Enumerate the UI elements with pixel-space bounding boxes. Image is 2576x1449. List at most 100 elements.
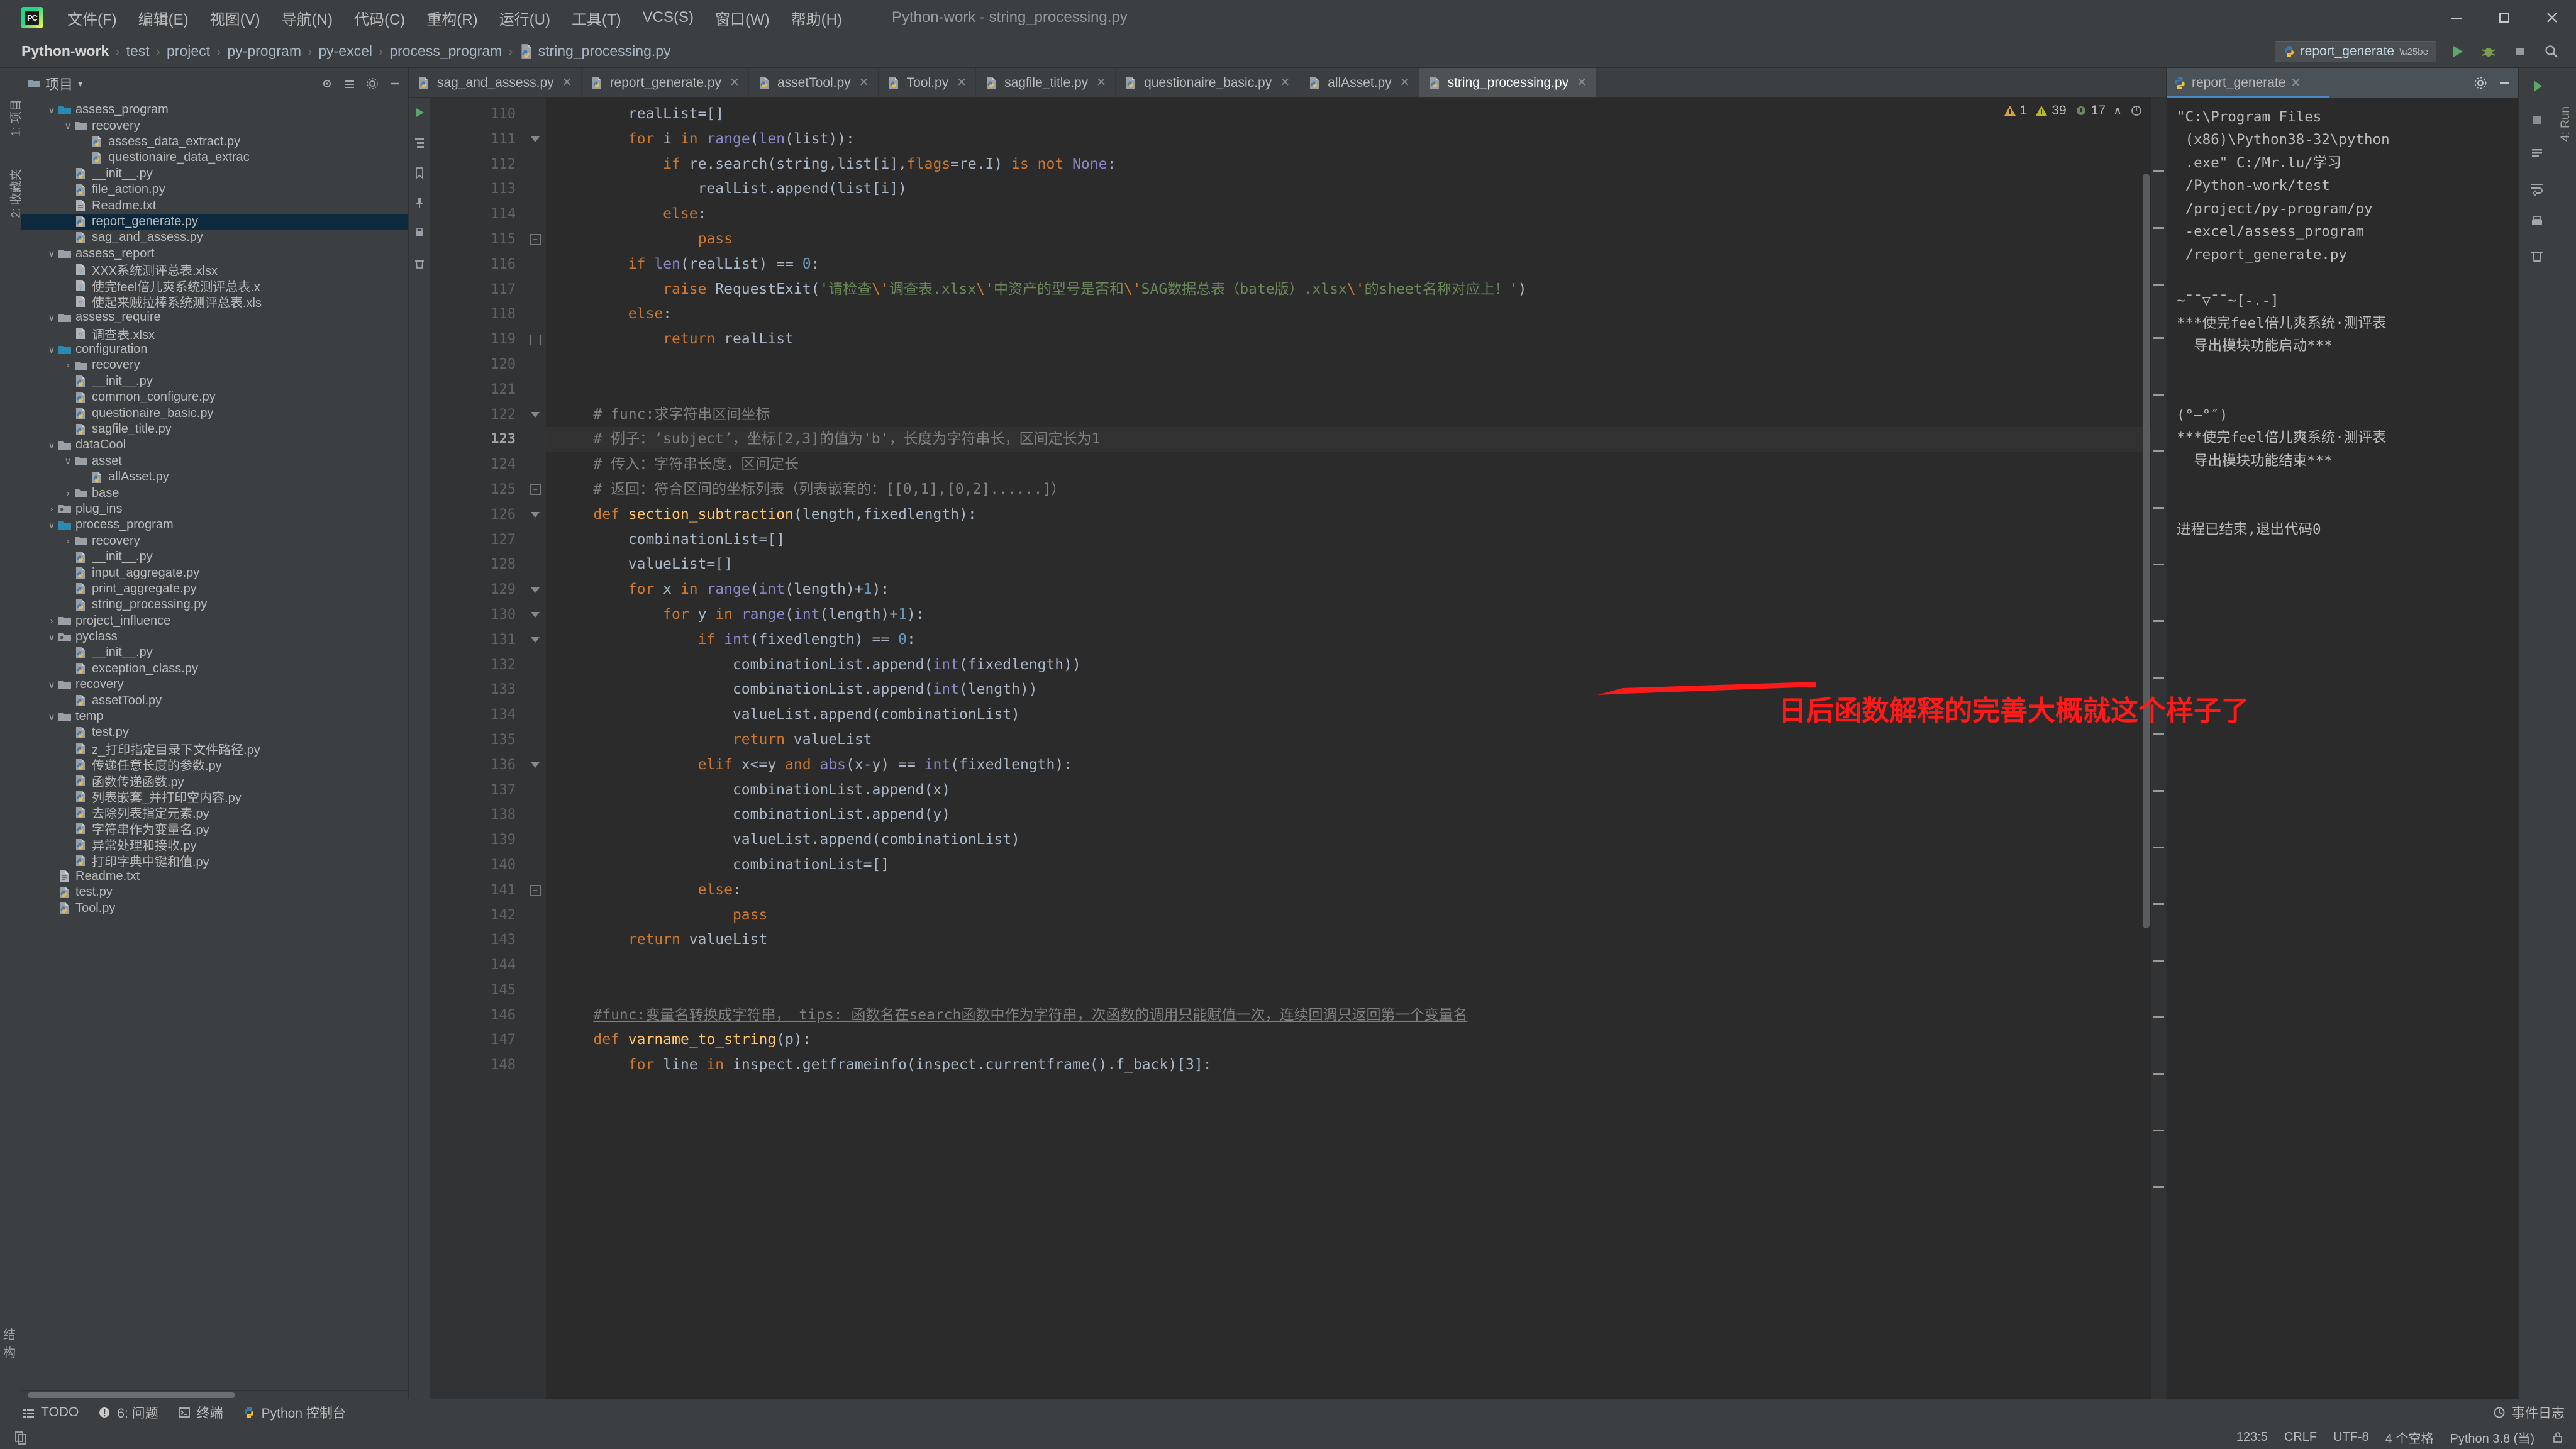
tree-row[interactable]: ∨ assess_program: [21, 102, 408, 118]
code-line[interactable]: # 返回：符合区间的坐标列表（列表嵌套的：[[0,1],[0,2]......]…: [546, 477, 2151, 502]
code-line[interactable]: valueList.append(combinationList): [546, 828, 2151, 853]
tree-row[interactable]: ∨ configuration: [21, 341, 408, 357]
line-number[interactable]: 148: [430, 1053, 525, 1078]
code-line[interactable]: combinationList.append(x): [546, 778, 2151, 803]
chevron-right-icon[interactable]: ›: [62, 488, 74, 499]
tree-row[interactable]: sagfile_title.py: [21, 421, 408, 437]
tree-row[interactable]: file_action.py: [21, 182, 408, 197]
tree-row[interactable]: ? 使完feel倍儿爽系统测评总表.x: [21, 277, 408, 294]
tree-row[interactable]: ∨ dataCool: [21, 437, 408, 453]
tree-row[interactable]: __init__.py: [21, 374, 408, 389]
caret-position[interactable]: 123:5: [2236, 1430, 2268, 1445]
line-number[interactable]: 134: [430, 702, 525, 728]
line-number[interactable]: 144: [430, 953, 525, 978]
line-number[interactable]: 141: [430, 878, 525, 903]
chevron-down-icon[interactable]: ∨: [45, 104, 58, 116]
line-number[interactable]: 120: [430, 352, 525, 377]
code-line[interactable]: [546, 377, 2151, 402]
scroll-to-end-icon[interactable]: [2525, 142, 2549, 166]
hide-icon[interactable]: [2497, 75, 2512, 91]
code-folding-gutter[interactable]: − − − −: [525, 98, 546, 1399]
close-icon[interactable]: ✕: [1400, 75, 1410, 90]
line-number[interactable]: 110: [430, 102, 525, 127]
tree-row[interactable]: ∨ recovery: [21, 118, 408, 133]
editor-tab-report_generate-py[interactable]: report_generate.py ✕: [582, 68, 749, 97]
tree-row[interactable]: 异常处理和接收.py: [21, 836, 408, 853]
stop-icon[interactable]: [2525, 108, 2549, 132]
editor-scrollbar-thumb[interactable]: [2143, 174, 2150, 928]
line-number[interactable]: 139: [430, 828, 525, 853]
tree-row[interactable]: › recovery: [21, 533, 408, 549]
line-number[interactable]: 123: [430, 427, 525, 452]
code-line[interactable]: #func:变量名转换成字符串， tips: 函数名在search函数中作为字符…: [546, 1003, 2151, 1028]
tree-row[interactable]: test.py: [21, 884, 408, 900]
line-number[interactable]: 117: [430, 277, 525, 303]
code-line[interactable]: # 例子：‘subject’，坐标[2,3]的值为'b'，长度为字符串长，区间定…: [546, 427, 2151, 453]
menu-code[interactable]: 代码(C): [343, 4, 416, 31]
close-icon[interactable]: ✕: [562, 75, 572, 90]
code-line[interactable]: realList=[]: [546, 102, 2151, 127]
tree-row[interactable]: __init__.py: [21, 166, 408, 182]
run-configuration-selector[interactable]: report_generate \u25be: [2274, 41, 2436, 62]
close-icon[interactable]: ✕: [1280, 75, 1290, 90]
tree-row[interactable]: __init__.py: [21, 645, 408, 660]
tree-row[interactable]: questionaire_basic.py: [21, 405, 408, 421]
code-line[interactable]: return valueList: [546, 928, 2151, 953]
fold-collapse-icon[interactable]: [525, 628, 546, 653]
tree-row[interactable]: ∨ assess_require: [21, 309, 408, 325]
bottom-bar-item-problems[interactable]: 6: 问题: [97, 1403, 158, 1422]
code-line[interactable]: return realList: [546, 327, 2151, 352]
tree-row[interactable]: assess_data_extract.py: [21, 134, 408, 150]
tree-row[interactable]: __init__.py: [21, 549, 408, 565]
scrollbar-thumb[interactable]: [28, 1392, 235, 1398]
close-button[interactable]: [2528, 0, 2576, 35]
line-number[interactable]: 132: [430, 653, 525, 678]
line-number[interactable]: 146: [430, 1003, 525, 1028]
chevron-right-icon[interactable]: ›: [62, 360, 74, 370]
tree-row[interactable]: 列表嵌套_并打印空内容.py: [21, 789, 408, 805]
tree-row[interactable]: › recovery: [21, 357, 408, 373]
tree-row[interactable]: ∨ process_program: [21, 517, 408, 533]
line-number[interactable]: 112: [430, 152, 525, 177]
run-tab-label[interactable]: report_generate: [2192, 75, 2285, 91]
tree-row-selected[interactable]: report_generate.py: [21, 213, 408, 230]
line-number[interactable]: 111: [430, 127, 525, 152]
code-line[interactable]: combinationList=[]: [546, 528, 2151, 553]
debug-button[interactable]: [2478, 41, 2499, 62]
tree-row[interactable]: 字符串作为变量名.py: [21, 821, 408, 837]
chevron-right-icon[interactable]: ›: [45, 616, 58, 626]
bottom-bar-item-python-console[interactable]: Python 控制台: [242, 1403, 346, 1422]
project-panel-title-group[interactable]: 项目 ▾: [28, 74, 83, 94]
code-line[interactable]: pass: [546, 903, 2151, 928]
chevron-right-icon[interactable]: ›: [62, 536, 74, 547]
code-line[interactable]: [546, 352, 2151, 377]
tool-tab-run[interactable]: 4: Run: [2559, 92, 2573, 155]
close-icon[interactable]: ✕: [730, 75, 740, 90]
stop-button[interactable]: [2509, 41, 2531, 62]
line-number[interactable]: 138: [430, 802, 525, 828]
code-line[interactable]: elif x<=y and abs(x-y) == int(fixedlengt…: [546, 753, 2151, 778]
lock-icon[interactable]: [2551, 1430, 2565, 1444]
code-line[interactable]: for x in range(int(length)+1):: [546, 577, 2151, 602]
line-number[interactable]: 128: [430, 552, 525, 577]
tree-row[interactable]: 打印字典中键和值.py: [21, 852, 408, 869]
collapse-all-icon[interactable]: [343, 77, 357, 91]
event-log-button[interactable]: 事件日志: [2492, 1403, 2565, 1422]
tree-row[interactable]: ∨ temp: [21, 709, 408, 724]
tree-row[interactable]: › plug_ins: [21, 501, 408, 517]
pin-icon[interactable]: [413, 196, 426, 210]
line-number[interactable]: 137: [430, 778, 525, 803]
inspection-weak-warnings[interactable]: 17: [2074, 103, 2106, 118]
code-line[interactable]: else:: [546, 878, 2151, 903]
tree-row[interactable]: string_processing.py: [21, 597, 408, 613]
python-interpreter[interactable]: Python 3.8 (当): [2450, 1428, 2534, 1446]
tree-row[interactable]: print_aggregate.py: [21, 581, 408, 597]
line-number[interactable]: 124: [430, 452, 525, 477]
editor-tab-string_processing-py[interactable]: string_processing.py ✕: [1419, 68, 1597, 97]
tree-row[interactable]: › project_influence: [21, 613, 408, 629]
tree-row[interactable]: Tool.py: [21, 901, 408, 916]
close-icon[interactable]: ✕: [859, 75, 869, 90]
tree-row[interactable]: input_aggregate.py: [21, 565, 408, 580]
breadcrumb-item-0[interactable]: Python-work: [21, 43, 109, 60]
line-number[interactable]: 114: [430, 202, 525, 227]
